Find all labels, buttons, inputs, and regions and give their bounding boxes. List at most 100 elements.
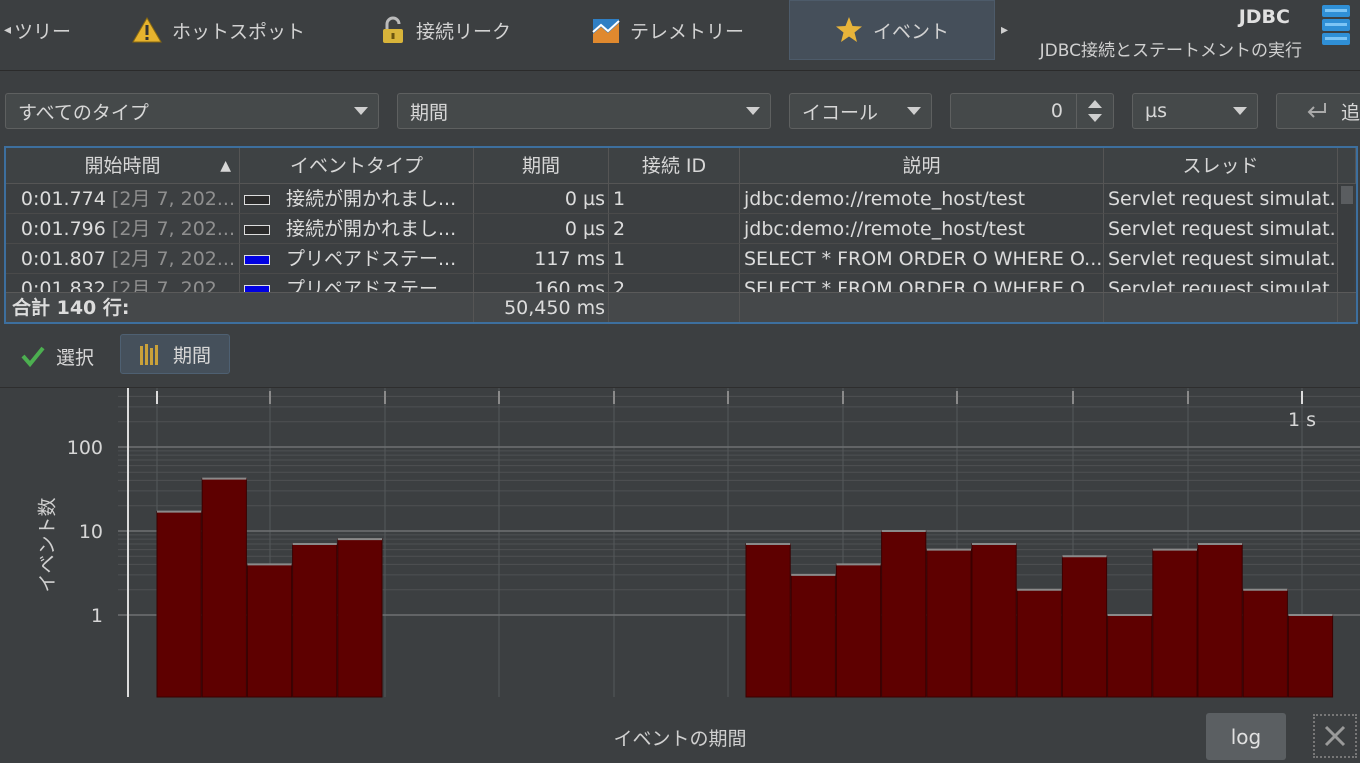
histogram-bar xyxy=(246,563,293,698)
total-empty xyxy=(1104,293,1338,322)
scrollbar-thumb[interactable] xyxy=(1341,186,1353,204)
histogram-bar xyxy=(1287,614,1334,698)
table-row[interactable]: 0:01.807 [2月 7, 202... プリペアドステー... 117 ms 1… xyxy=(6,244,1356,274)
duration-label: 期間 xyxy=(172,344,211,367)
thread-cell: Servlet request simulat... xyxy=(1104,214,1338,244)
tab-label: 接続リーク xyxy=(416,20,512,43)
event-type-cell: 接続が開かれまし... xyxy=(240,184,474,214)
tab-telemetry[interactable]: テレメトリー xyxy=(592,0,762,60)
event-color-swatch xyxy=(244,254,270,265)
close-icon xyxy=(1324,725,1346,747)
start-time: 0:01.774 xyxy=(20,188,106,210)
scroll-right-icon[interactable]: ▸ xyxy=(1001,22,1008,38)
tab-tree[interactable]: ツリー xyxy=(14,0,124,60)
type-filter-value: すべてのタイプ xyxy=(18,101,149,124)
total-duration: 50,450 ms xyxy=(474,293,609,322)
type-filter-select[interactable]: すべてのタイプ xyxy=(5,93,379,129)
start-time: 0:01.807 xyxy=(20,248,106,270)
description-cell: jdbc:demo://remote_host/test xyxy=(740,214,1104,244)
column-header-duration[interactable]: 期間 xyxy=(474,148,609,184)
duration-histogram[interactable]: 1 10 100 1 s xyxy=(0,388,1360,708)
histogram-icon xyxy=(139,344,158,365)
chevron-down-icon xyxy=(907,107,921,115)
scroll-left-icon[interactable]: ◂ xyxy=(4,22,11,38)
total-label: 合計 140 行: xyxy=(6,293,474,322)
add-filter-label: 追 xyxy=(1341,101,1360,124)
value-input[interactable]: 0 xyxy=(1051,100,1063,122)
event-color-swatch xyxy=(244,194,270,205)
event-type-cell: 接続が開かれまし... xyxy=(240,214,474,244)
histogram-bar xyxy=(790,574,836,698)
close-chart-button[interactable] xyxy=(1313,714,1357,758)
telemetry-icon xyxy=(592,19,620,43)
histogram-bar xyxy=(1061,555,1108,698)
start-time: 0:01.796 xyxy=(20,218,106,240)
operator-select[interactable]: イコール xyxy=(789,93,932,129)
operator-value: イコール xyxy=(802,101,879,124)
histogram-bar xyxy=(292,543,338,698)
duration-cell: 0 µs xyxy=(474,214,609,244)
checkmark-icon xyxy=(21,346,45,368)
database-icon xyxy=(1322,5,1350,45)
thread-cell: Servlet request simulat... xyxy=(1104,244,1338,274)
unit-select[interactable]: µs xyxy=(1132,93,1258,129)
select-label: 選択 xyxy=(56,346,95,369)
table-scrollbar[interactable] xyxy=(1338,184,1354,292)
total-row: 合計 140 行: 50,450 ms xyxy=(6,292,1356,322)
x-tick-label: 1 s xyxy=(1288,409,1316,431)
chevron-down-icon xyxy=(354,107,368,115)
column-header-description[interactable]: 説明 xyxy=(740,148,1104,184)
value-spinner[interactable]: 0 xyxy=(950,93,1114,129)
total-empty xyxy=(740,293,1104,322)
return-arrow-icon xyxy=(1307,103,1326,118)
start-time-cell: 0:01.807 [2月 7, 202... xyxy=(6,244,240,274)
connection-id-cell: 2 xyxy=(609,214,740,244)
event-type: 接続が開かれまし... xyxy=(286,218,457,240)
histogram-bar xyxy=(835,563,882,698)
duration-cell: 117 ms xyxy=(474,244,609,274)
warning-icon xyxy=(132,17,162,43)
tab-label: ホットスポット xyxy=(172,20,306,43)
add-filter-button[interactable]: 追 xyxy=(1276,93,1360,129)
duration-toggle-button[interactable]: 期間 xyxy=(120,334,230,374)
histogram-bar xyxy=(745,543,791,698)
table-row[interactable]: 0:01.774 [2月 7, 202... 接続が開かれまし... 0 µs 1 jd… xyxy=(6,184,1356,214)
column-header-label: 開始時間 xyxy=(84,155,161,177)
histogram-bar xyxy=(881,530,927,698)
histogram-bar xyxy=(201,478,247,698)
column-header-connection-id[interactable]: 接続 ID xyxy=(609,148,740,184)
log-scale-button[interactable]: log xyxy=(1206,713,1286,760)
select-button[interactable]: 選択 xyxy=(20,338,94,374)
histogram-bar xyxy=(971,543,1017,698)
histogram-bar xyxy=(1242,589,1288,698)
table-row[interactable]: 0:01.796 [2月 7, 202... 接続が開かれまし... 0 µs 2 jd… xyxy=(6,214,1356,244)
field-filter-select[interactable]: 期間 xyxy=(397,93,771,129)
connection-id-cell: 1 xyxy=(609,184,740,214)
tab-events[interactable]: イベント xyxy=(789,0,995,60)
events-table: 開始時間 ▲ イベントタイプ 期間 接続 ID 説明 スレッド 0:01.774… xyxy=(4,146,1358,324)
tab-bar: ◂ ツリー ホットスポット 接続リーク テレメトリー イベント ▸ JDBC J… xyxy=(0,0,1360,71)
start-date: [2月 7, 202... xyxy=(111,188,235,210)
description-cell: jdbc:demo://remote_host/test xyxy=(740,184,1104,214)
unit-value: µs xyxy=(1145,100,1167,122)
connection-id-cell: 1 xyxy=(609,244,740,274)
column-header-label: 説明 xyxy=(902,155,941,177)
spinner-arrows-icon[interactable] xyxy=(1077,94,1113,128)
tab-connection-leaks[interactable]: 接続リーク xyxy=(380,0,540,60)
histogram-bar xyxy=(156,511,202,698)
tab-label: テレメトリー xyxy=(630,20,745,43)
total-empty xyxy=(609,293,740,322)
event-color-swatch xyxy=(244,224,270,235)
histogram-bar xyxy=(1107,614,1153,698)
chevron-down-icon xyxy=(1233,107,1247,115)
duration-cell: 0 µs xyxy=(474,184,609,214)
column-header-thread[interactable]: スレッド xyxy=(1104,148,1338,184)
column-header-event-type[interactable]: イベントタイプ xyxy=(240,148,474,184)
column-header-start-time[interactable]: 開始時間 ▲ xyxy=(6,148,240,184)
column-header-filler xyxy=(1338,148,1356,184)
description-cell: SELECT * FROM ORDER O WHERE O.... xyxy=(740,244,1104,274)
view-subtitle: JDBC接続とステートメントの実行 xyxy=(1039,41,1302,61)
event-type: 接続が開かれまし... xyxy=(286,188,457,210)
tab-hotspots[interactable]: ホットスポット xyxy=(132,0,332,60)
tab-label: イベント xyxy=(872,20,949,43)
